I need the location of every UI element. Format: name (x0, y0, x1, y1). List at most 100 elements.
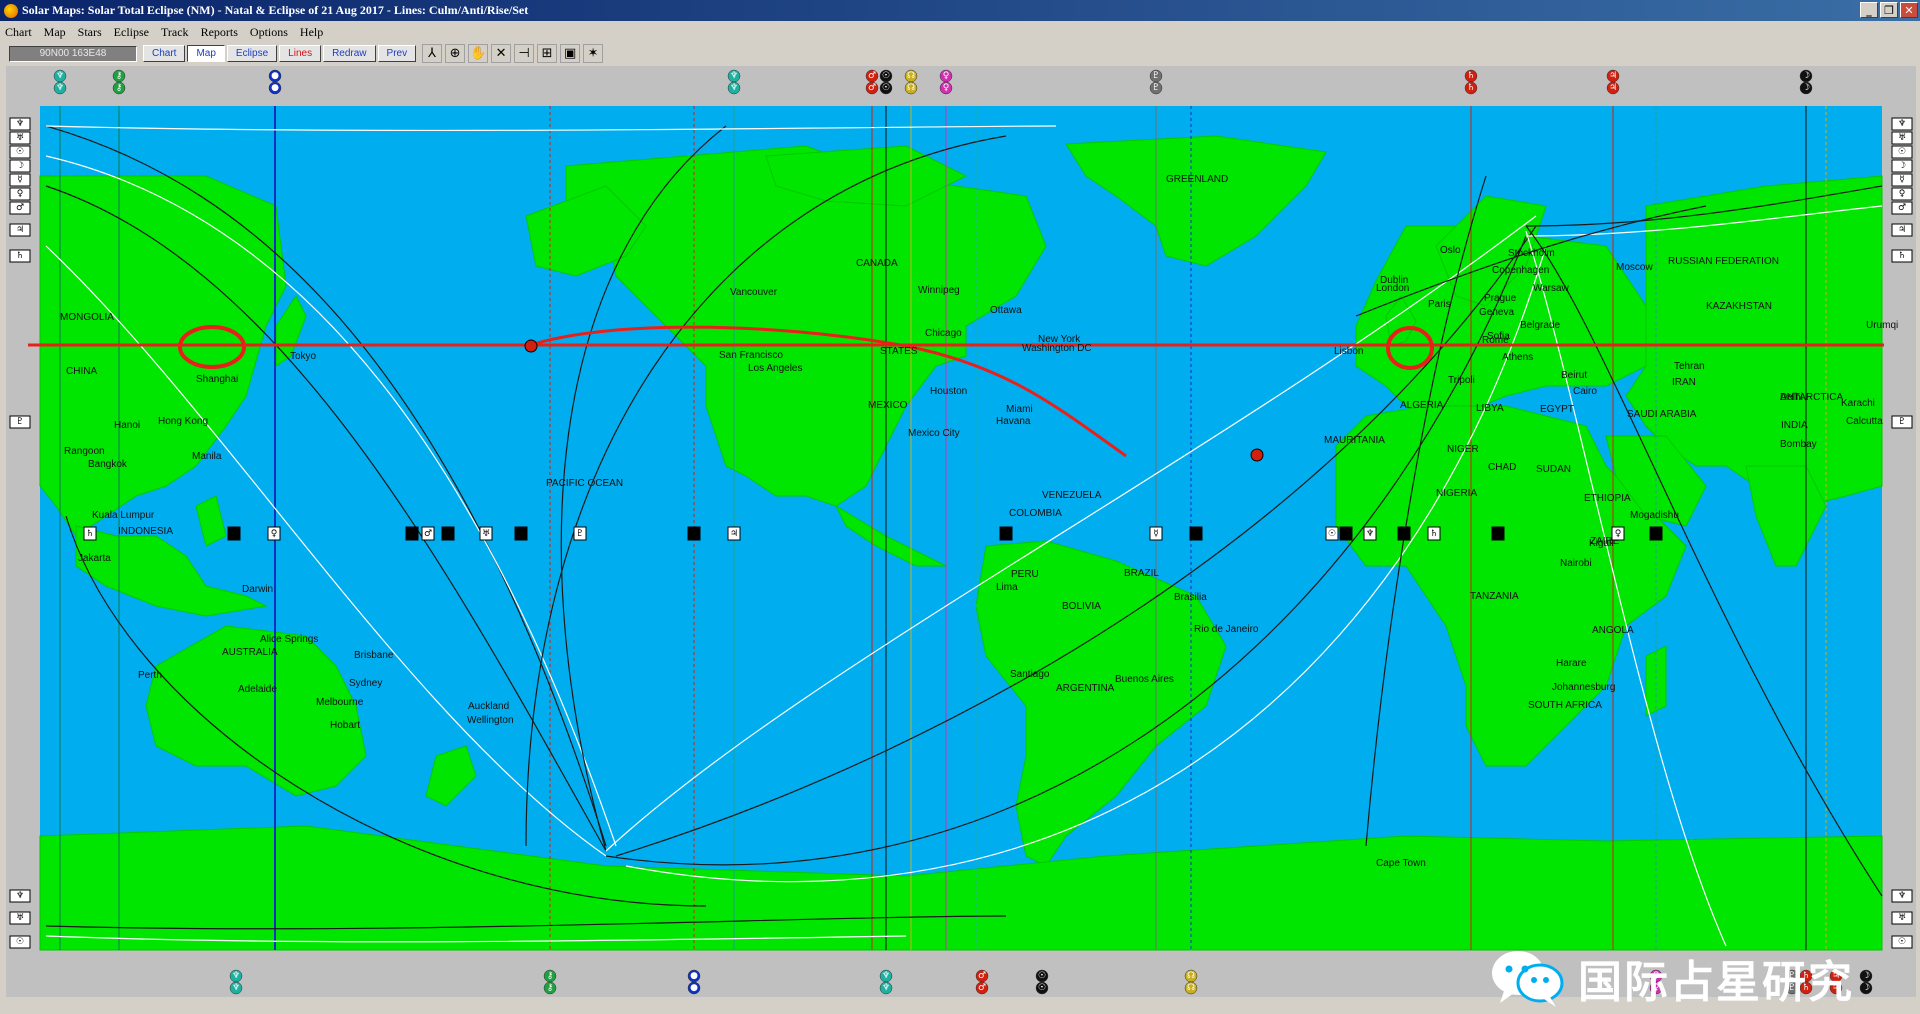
menu-help[interactable]: Help (294, 25, 329, 40)
planet-glyph: ♆ (232, 983, 240, 993)
map-button[interactable]: Map (187, 45, 225, 62)
midline-glyph: ♅ (1342, 529, 1350, 539)
city-label: LIBYA (1476, 403, 1504, 414)
planet-glyph: ♆ (56, 71, 64, 81)
eclipse-button[interactable]: Eclipse (226, 45, 278, 62)
cross-tool-icon[interactable]: ✕ (491, 44, 512, 63)
note-tool-icon[interactable]: ▣ (560, 44, 581, 63)
city-label: MONGOLIA (60, 312, 114, 323)
planet-glyph: ♆ (882, 971, 890, 981)
planet-glyph: ♄ (1467, 71, 1475, 81)
midline-glyph: ☿ (1153, 529, 1159, 539)
cursor-tool-icon[interactable]: ⅄ (422, 44, 443, 63)
menu-map[interactable]: Map (38, 25, 72, 40)
redraw-button[interactable]: Redraw (323, 45, 376, 62)
side-glyph: ♆ (1898, 119, 1906, 129)
lines-button[interactable]: Lines (279, 45, 322, 62)
menu-chart[interactable]: Chart (0, 25, 38, 40)
eclipse-marker-mars (524, 339, 538, 353)
window-title: Solar Maps: Solar Total Eclipse (NM) - N… (22, 3, 529, 17)
city-label: Brasilia (1174, 592, 1207, 603)
close-button[interactable]: ✕ (1900, 2, 1918, 18)
planet-glyph: ♃ (1609, 83, 1617, 93)
menu-track[interactable]: Track (155, 25, 195, 40)
city-label: Manila (192, 451, 222, 462)
coordinates-readout: 90N00 163E48 (9, 45, 137, 62)
planet-glyph: ♀ (943, 83, 950, 93)
city-label: Moscow (1616, 262, 1653, 273)
city-label: Brisbane (354, 650, 394, 661)
title-bar: Solar Maps: Solar Total Eclipse (NM) - N… (0, 0, 1920, 21)
planet-glyph: ☉ (1038, 971, 1046, 981)
city-label: Darwin (242, 584, 273, 595)
side-glyph: ☽ (1898, 161, 1906, 171)
top-markers: ♆ ♆ ⚷ ⚷ ● ● ♆ ♆ ♂ ♂ ☉ ☉ ☊ ☊ ♀ ♀ ♇ ♇ ♄ ♄ ♃ ♃ ☽ ☽ (53, 69, 1813, 95)
planet-glyph: ● (271, 83, 279, 93)
city-label: Tokyo (290, 351, 317, 362)
midline-glyph: ♀ (1615, 529, 1622, 539)
city-label: ETHIOPIA (1584, 493, 1631, 504)
city-label: ALGERIA (1400, 400, 1444, 411)
menu-eclipse[interactable]: Eclipse (108, 25, 155, 40)
restore-button[interactable]: ❐ (1880, 2, 1898, 18)
city-label: San Francisco (719, 350, 783, 361)
minimize-button[interactable]: _ (1860, 2, 1878, 18)
city-label: ANTARCTICA (1780, 392, 1843, 403)
planet-glyph: ♂ (978, 983, 986, 993)
city-label: Alice Springs (260, 634, 318, 645)
city-label: Geneva (1479, 307, 1514, 318)
midline-glyph: ☿ (409, 529, 415, 539)
city-label: Mogadishu (1630, 510, 1679, 521)
menu-reports[interactable]: Reports (195, 25, 244, 40)
side-glyph: ♅ (16, 133, 24, 143)
planet-glyph: ☉ (1038, 983, 1046, 993)
window-controls: _ ❐ ✕ (1860, 2, 1918, 18)
planet-glyph: ☽ (1802, 83, 1810, 93)
planet-glyph: ♂ (868, 71, 876, 81)
app-icon (4, 3, 18, 18)
city-label: INDONESIA (118, 526, 173, 537)
menu-stars[interactable]: Stars (72, 25, 108, 40)
city-label: Tripoli (1448, 375, 1475, 386)
city-label: Calcutta (1846, 416, 1883, 427)
city-label: Urumqi (1866, 320, 1898, 331)
pan-tool-icon[interactable]: ✋ (468, 44, 489, 63)
midline-glyph: ♂ (1192, 529, 1200, 539)
city-label: MEXICO (868, 400, 908, 411)
city-label: Cairo (1573, 386, 1597, 397)
axes-tool-icon[interactable]: ✶ (583, 44, 604, 63)
midline-glyph: ♇ (1400, 529, 1408, 539)
planet-glyph: ♂ (978, 971, 986, 981)
chart-button[interactable]: Chart (143, 45, 186, 62)
city-label: Warsaw (1533, 283, 1570, 294)
marker-tool-icon[interactable]: ⊣ (514, 44, 535, 63)
watermark: 国际占星研究 (1490, 946, 1854, 1010)
city-label: Jakarta (78, 553, 111, 564)
madagascar (1645, 645, 1667, 717)
city-label: Chicago (925, 328, 962, 339)
city-label: INDIA (1781, 420, 1808, 431)
planet-glyph: ☊ (907, 71, 915, 81)
planet-glyph: ● (271, 71, 279, 81)
city-label: PERU (1011, 569, 1039, 580)
city-label: Cape Town (1376, 858, 1426, 869)
side-glyph: ♅ (1898, 133, 1906, 143)
planet-glyph: ☉ (882, 83, 890, 93)
side-glyph: ♄ (16, 251, 24, 261)
zoom-tool-icon[interactable]: ⊕ (445, 44, 466, 63)
grid-tool-icon[interactable]: ⊞ (537, 44, 558, 63)
planet-glyph: ☊ (1187, 983, 1195, 993)
midline-glyph: ♃ (730, 529, 738, 539)
side-glyph: ☉ (16, 937, 24, 947)
city-label: COLOMBIA (1009, 508, 1062, 519)
menu-options[interactable]: Options (244, 25, 294, 40)
side-glyph: ☉ (16, 147, 24, 157)
city-label: Belgrade (1520, 320, 1560, 331)
side-glyph: ♅ (16, 913, 24, 923)
city-label: SUDAN (1536, 464, 1571, 475)
world-map[interactable]: GREENLAND CANADA Vancouver Winnipeg Ottawa Ch… (6, 66, 1916, 997)
side-glyph: ♂ (1898, 203, 1906, 213)
prev-button[interactable]: Prev (377, 45, 417, 62)
planet-glyph: ☽ (1862, 971, 1870, 981)
planet-glyph: ⚷ (547, 983, 554, 993)
